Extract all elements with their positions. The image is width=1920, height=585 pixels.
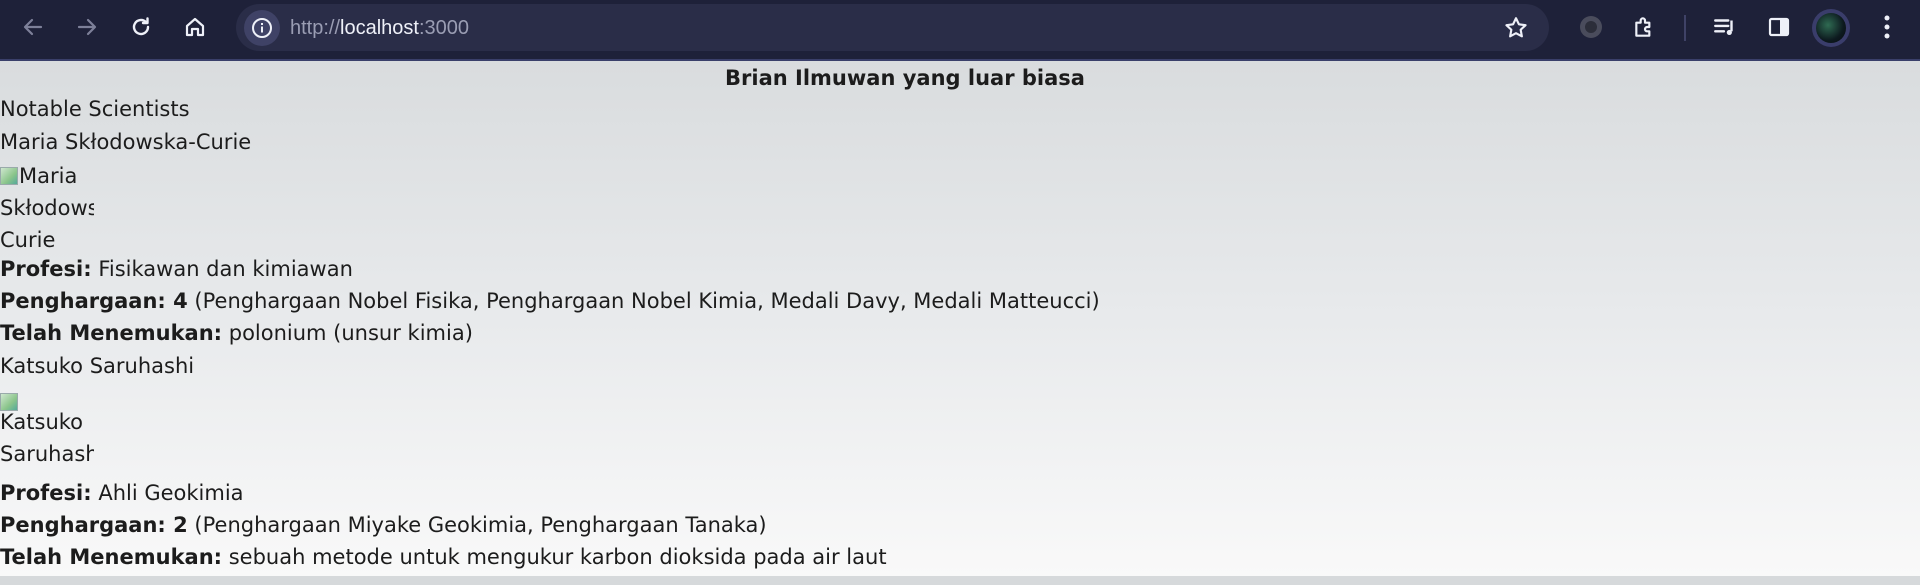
url-scheme: http:// xyxy=(290,17,341,39)
page-title: Brian Ilmuwan yang luar biasa xyxy=(725,66,1085,90)
scientist-photo: Katsuko Saruhash xyxy=(0,386,94,470)
image-alt-line: Skłodows xyxy=(0,196,94,220)
scientist-discovery: Telah Menemukan: sebuah metode untuk men… xyxy=(0,545,887,569)
profile-avatar[interactable] xyxy=(1812,9,1850,47)
avatar-image xyxy=(1816,13,1846,43)
image-alt-line xyxy=(0,386,94,411)
address-bar[interactable]: http://localhost:3000 xyxy=(236,4,1549,51)
image-alt-line: Curie xyxy=(0,228,56,252)
broken-image-icon xyxy=(0,167,18,185)
extensions-puzzle-icon[interactable] xyxy=(1628,10,1662,44)
scientist-name: Maria Skłodowska-Curie xyxy=(0,130,252,154)
back-icon[interactable] xyxy=(16,10,50,44)
url-port: :3000 xyxy=(418,17,470,39)
browser-toolbar: http://localhost:3000 xyxy=(0,0,1920,61)
scientist-name: Katsuko Saruhashi xyxy=(0,354,195,378)
scientist-profession: Profesi: Fisikawan dan kimiawan xyxy=(0,257,353,281)
url-host: localhost xyxy=(340,17,419,39)
page-content: Brian Ilmuwan yang luar biasa Notable Sc… xyxy=(0,61,1920,576)
extension-circle-icon[interactable] xyxy=(1574,10,1608,44)
page-bottom-edge xyxy=(0,576,1920,585)
reading-list-icon[interactable] xyxy=(1708,10,1742,44)
scientist-profession: Profesi: Ahli Geokimia xyxy=(0,481,244,505)
scientist-awards: Penghargaan: 4 (Penghargaan Nobel Fisika… xyxy=(0,289,1100,313)
section-heading: Notable Scientists xyxy=(0,97,190,121)
bookmark-star-icon[interactable] xyxy=(1503,15,1529,45)
image-alt-line: Saruhash xyxy=(0,442,94,466)
scientist-photo: Maria Skłodows Curie xyxy=(0,160,94,256)
url-text[interactable]: http://localhost:3000 xyxy=(290,17,469,40)
side-panel-icon[interactable] xyxy=(1762,10,1796,44)
scientist-discovery: Telah Menemukan: polonium (unsur kimia) xyxy=(0,321,473,345)
home-icon[interactable] xyxy=(178,10,212,44)
scientist-awards: Penghargaan: 2 (Penghargaan Miyake Geoki… xyxy=(0,513,767,537)
image-alt-line: Maria xyxy=(0,160,94,192)
image-alt-line: Katsuko xyxy=(0,410,84,434)
toolbar-divider xyxy=(1684,15,1686,41)
forward-icon[interactable] xyxy=(70,10,104,44)
menu-kebab-icon[interactable] xyxy=(1870,10,1904,44)
reload-icon[interactable] xyxy=(124,10,158,44)
site-info-icon[interactable] xyxy=(244,10,280,46)
